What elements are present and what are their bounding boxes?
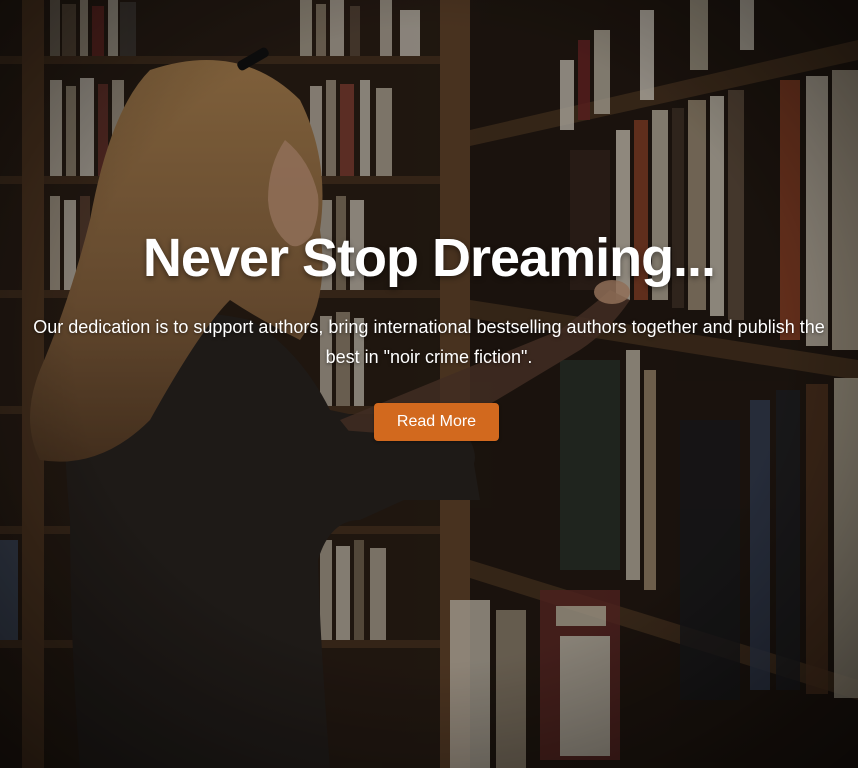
hero-content: Never Stop Dreaming... Our dedication is…: [0, 0, 858, 768]
read-more-button[interactable]: Read More: [374, 403, 499, 441]
hero-subtext: Our dedication is to support authors, br…: [33, 317, 825, 367]
hero-headline: Never Stop Dreaming...: [142, 228, 716, 288]
hero-section: Never Stop Dreaming... Our dedication is…: [0, 0, 858, 768]
